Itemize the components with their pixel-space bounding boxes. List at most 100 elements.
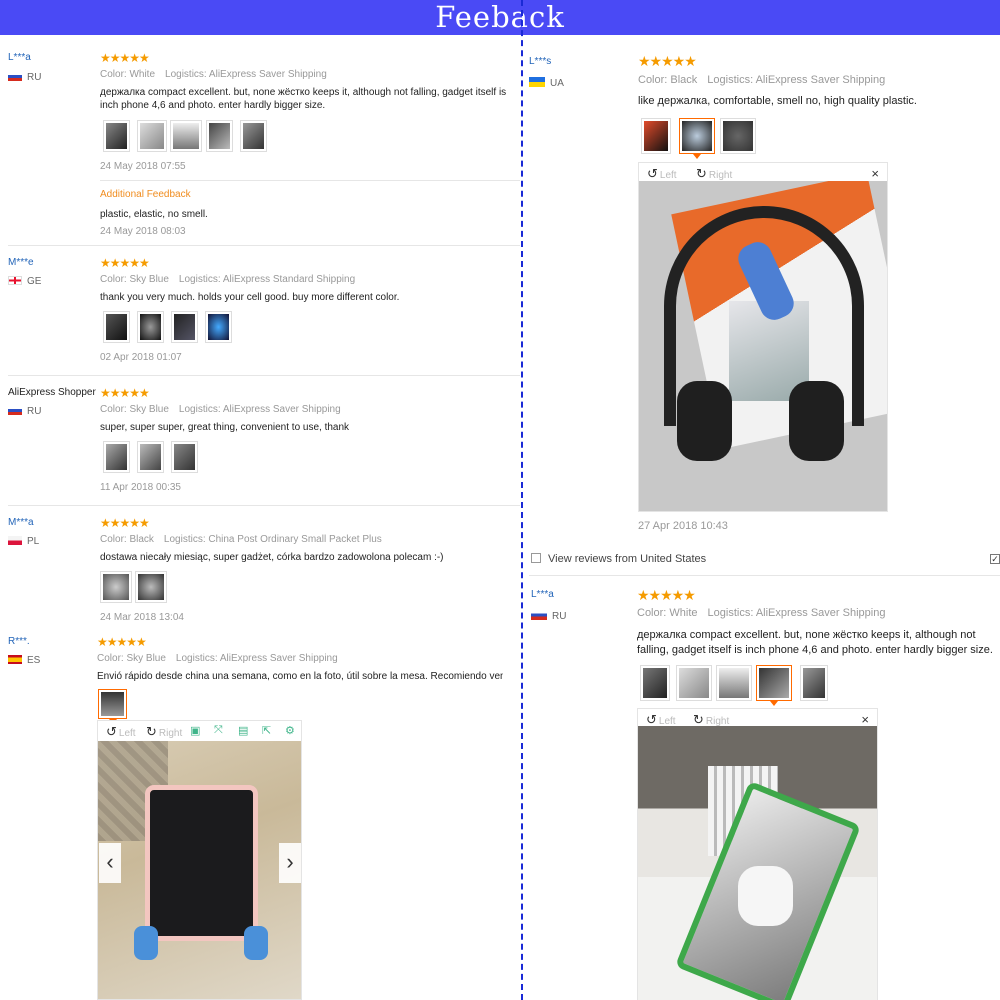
reviewer-name[interactable]: R***. xyxy=(8,636,30,647)
rotate-right-icon: ↻ xyxy=(696,166,707,181)
review-text: Envió rápido desde china una semana, com… xyxy=(97,671,503,682)
column-divider xyxy=(521,0,523,1000)
review-text: super, super super, great thing, conveni… xyxy=(100,422,350,433)
review-photo-thumb[interactable] xyxy=(103,441,130,473)
reviewer-name: AliExpress Shopper xyxy=(8,387,96,398)
flag-ru-icon xyxy=(8,72,22,81)
fit-window-icon[interactable]: ▣ xyxy=(190,724,200,737)
reviewer-name[interactable]: M***a xyxy=(8,517,34,528)
review-text: thank you very much. holds your cell goo… xyxy=(100,292,400,303)
reviewer-country: ES xyxy=(8,655,40,666)
flag-ru-icon xyxy=(531,610,547,620)
rotate-right-icon: ↻ xyxy=(146,724,157,739)
reviewer-country: PL xyxy=(8,536,39,547)
review-photo-thumb[interactable] xyxy=(676,665,712,701)
additional-feedback-text: plastic, elastic, no smell. xyxy=(100,209,208,220)
feedback-banner: Feeback xyxy=(0,0,1000,35)
reviewer-country: RU xyxy=(8,406,41,417)
review-photo-thumb[interactable] xyxy=(240,120,267,152)
rotate-right-icon: ↻ xyxy=(693,712,704,727)
review-photo-thumb[interactable] xyxy=(135,571,167,603)
star-rating: ★★★★★ xyxy=(637,587,696,603)
review-photo-thumb-selected[interactable] xyxy=(756,665,792,706)
reviewer-country: GE xyxy=(8,276,41,287)
review-separator xyxy=(8,245,520,246)
additional-feedback-date: 24 May 2018 08:03 xyxy=(100,226,186,237)
rotate-left-icon: ↺ xyxy=(646,712,657,727)
star-rating: ★★★★★ xyxy=(100,51,150,65)
tablet-shape xyxy=(145,785,258,941)
review-photo-thumb-selected[interactable] xyxy=(679,118,715,159)
reviewer-country: RU xyxy=(531,610,566,622)
review-text: держалка compact excellent. but, none жё… xyxy=(100,87,507,111)
review-photo-thumb[interactable] xyxy=(100,571,132,603)
order-info: Color: Sky Blue Logistics: AliExpress Sav… xyxy=(97,653,338,664)
flag-ru-icon xyxy=(8,406,22,415)
flag-ge-icon xyxy=(8,276,22,285)
review-photo-thumb[interactable] xyxy=(170,120,202,152)
filter-us-reviews[interactable]: View reviews from United States xyxy=(531,553,706,565)
filter-checkbox[interactable] xyxy=(531,553,541,563)
reviewer-name[interactable]: M***e xyxy=(8,257,34,268)
star-rating: ★★★★★ xyxy=(638,53,697,69)
review-photo-thumb[interactable] xyxy=(205,311,232,343)
reviewer-name[interactable]: L***a xyxy=(531,589,554,600)
review-text: like держалка, comfortable, smell no, hi… xyxy=(638,95,917,107)
star-rating: ★★★★★ xyxy=(100,386,150,400)
rotate-left-icon: ↺ xyxy=(647,166,658,181)
review-photo-thumb[interactable] xyxy=(206,120,233,152)
close-icon[interactable]: × xyxy=(861,712,869,727)
viewer-toolbar: ↺ Left ↻ Right × xyxy=(639,163,887,183)
close-icon[interactable]: × xyxy=(871,166,879,181)
photo-viewer: ↺ Left ↻ Right ▣ ⤧ ▤ ⇱ ⚙ ‹ › xyxy=(97,720,302,1000)
review-date: 11 Apr 2018 00:35 xyxy=(100,482,181,493)
save-icon[interactable]: ▤ xyxy=(238,724,248,737)
review-separator xyxy=(529,575,1000,576)
review-photo-thumb[interactable] xyxy=(137,311,164,343)
order-info: Color: Black Logistics: China Post Ordina… xyxy=(100,534,382,545)
review-photo-thumb[interactable] xyxy=(641,118,671,154)
rotate-left-icon: ↺ xyxy=(106,724,117,739)
rotate-right-button[interactable]: ↻ Right xyxy=(146,724,182,740)
filter-label: View reviews from United States xyxy=(548,553,707,565)
review-date: 02 Apr 2018 01:07 xyxy=(100,352,182,363)
review-date: 27 Apr 2018 10:43 xyxy=(638,520,728,532)
review-photo-thumb[interactable] xyxy=(640,665,670,701)
rotate-right-button[interactable]: ↻ Right xyxy=(696,166,732,182)
order-info: Color: White Logistics: AliExpress Saver … xyxy=(100,69,327,80)
order-info: Color: Black Logistics: AliExpress Saver … xyxy=(638,74,886,86)
review-photo-thumb[interactable] xyxy=(103,311,130,343)
review-photo-thumb[interactable] xyxy=(171,441,198,473)
review-photo xyxy=(98,741,301,999)
flag-es-icon xyxy=(8,655,22,664)
review-photo xyxy=(639,181,887,511)
next-photo-button[interactable]: › xyxy=(279,843,301,883)
share-icon[interactable]: ⇱ xyxy=(262,724,271,737)
review-text: dostawa niecały miesiąc, super gadżet, c… xyxy=(100,552,444,563)
rotate-left-button[interactable]: ↺ Left xyxy=(106,724,136,740)
reviewer-name[interactable]: L***a xyxy=(8,52,31,63)
review-date: 24 May 2018 07:55 xyxy=(100,161,186,172)
reviewer-name[interactable]: L***s xyxy=(529,56,551,67)
flag-pl-icon xyxy=(8,536,22,545)
viewer-toolbar: ↺ Left ↻ Right ▣ ⤧ ▤ ⇱ ⚙ xyxy=(98,721,301,741)
review-photo-thumb[interactable] xyxy=(137,120,167,152)
review-photo xyxy=(638,726,877,1000)
fullscreen-icon[interactable]: ⤧ xyxy=(214,724,223,737)
rotate-left-button[interactable]: ↺ Left xyxy=(647,166,677,182)
star-rating: ★★★★★ xyxy=(100,516,150,530)
review-date: 24 Mar 2018 13:04 xyxy=(100,612,184,623)
review-photo-thumb[interactable] xyxy=(716,665,752,701)
review-photo-thumb[interactable] xyxy=(720,118,756,154)
review-photo-thumb[interactable] xyxy=(137,441,164,473)
photo-viewer: ↺ Left ↻ Right × xyxy=(638,162,888,512)
previous-photo-button[interactable]: ‹ xyxy=(99,843,121,883)
review-photo-thumb[interactable] xyxy=(800,665,828,701)
review-separator xyxy=(8,505,520,506)
review-photo-thumb-selected[interactable] xyxy=(98,689,127,724)
star-rating: ★★★★★ xyxy=(97,635,147,649)
settings-icon[interactable]: ⚙ xyxy=(285,724,295,737)
review-photo-thumb[interactable] xyxy=(103,120,130,152)
checked-checkbox[interactable]: ✓ xyxy=(990,554,1000,564)
review-photo-thumb[interactable] xyxy=(171,311,198,343)
